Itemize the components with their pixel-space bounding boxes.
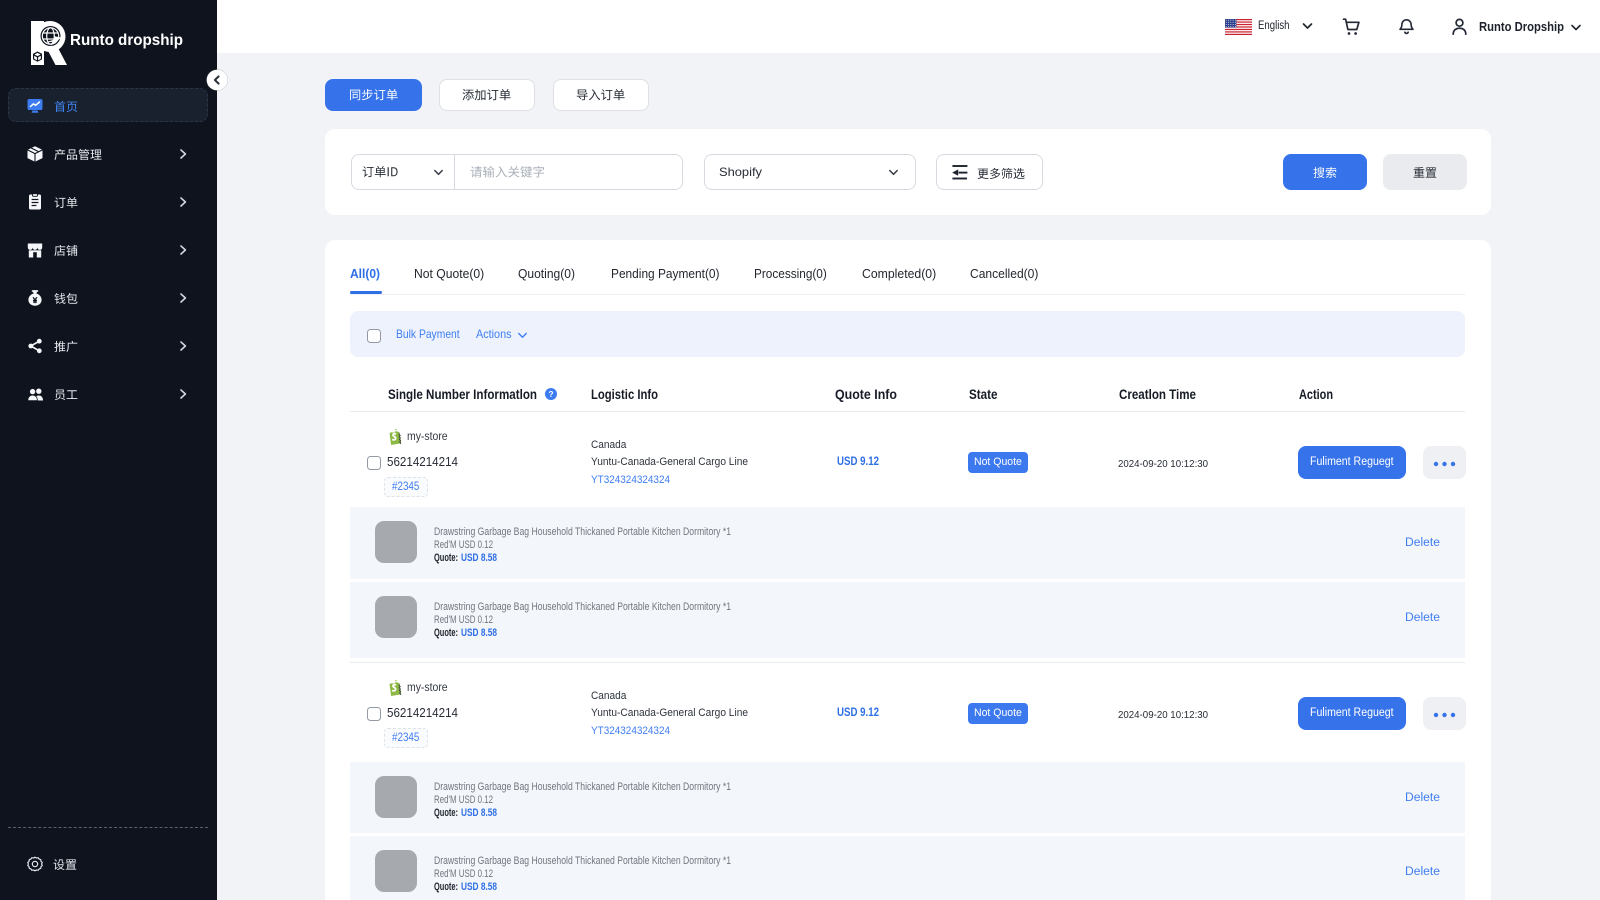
svg-text:?: ? bbox=[548, 390, 553, 399]
